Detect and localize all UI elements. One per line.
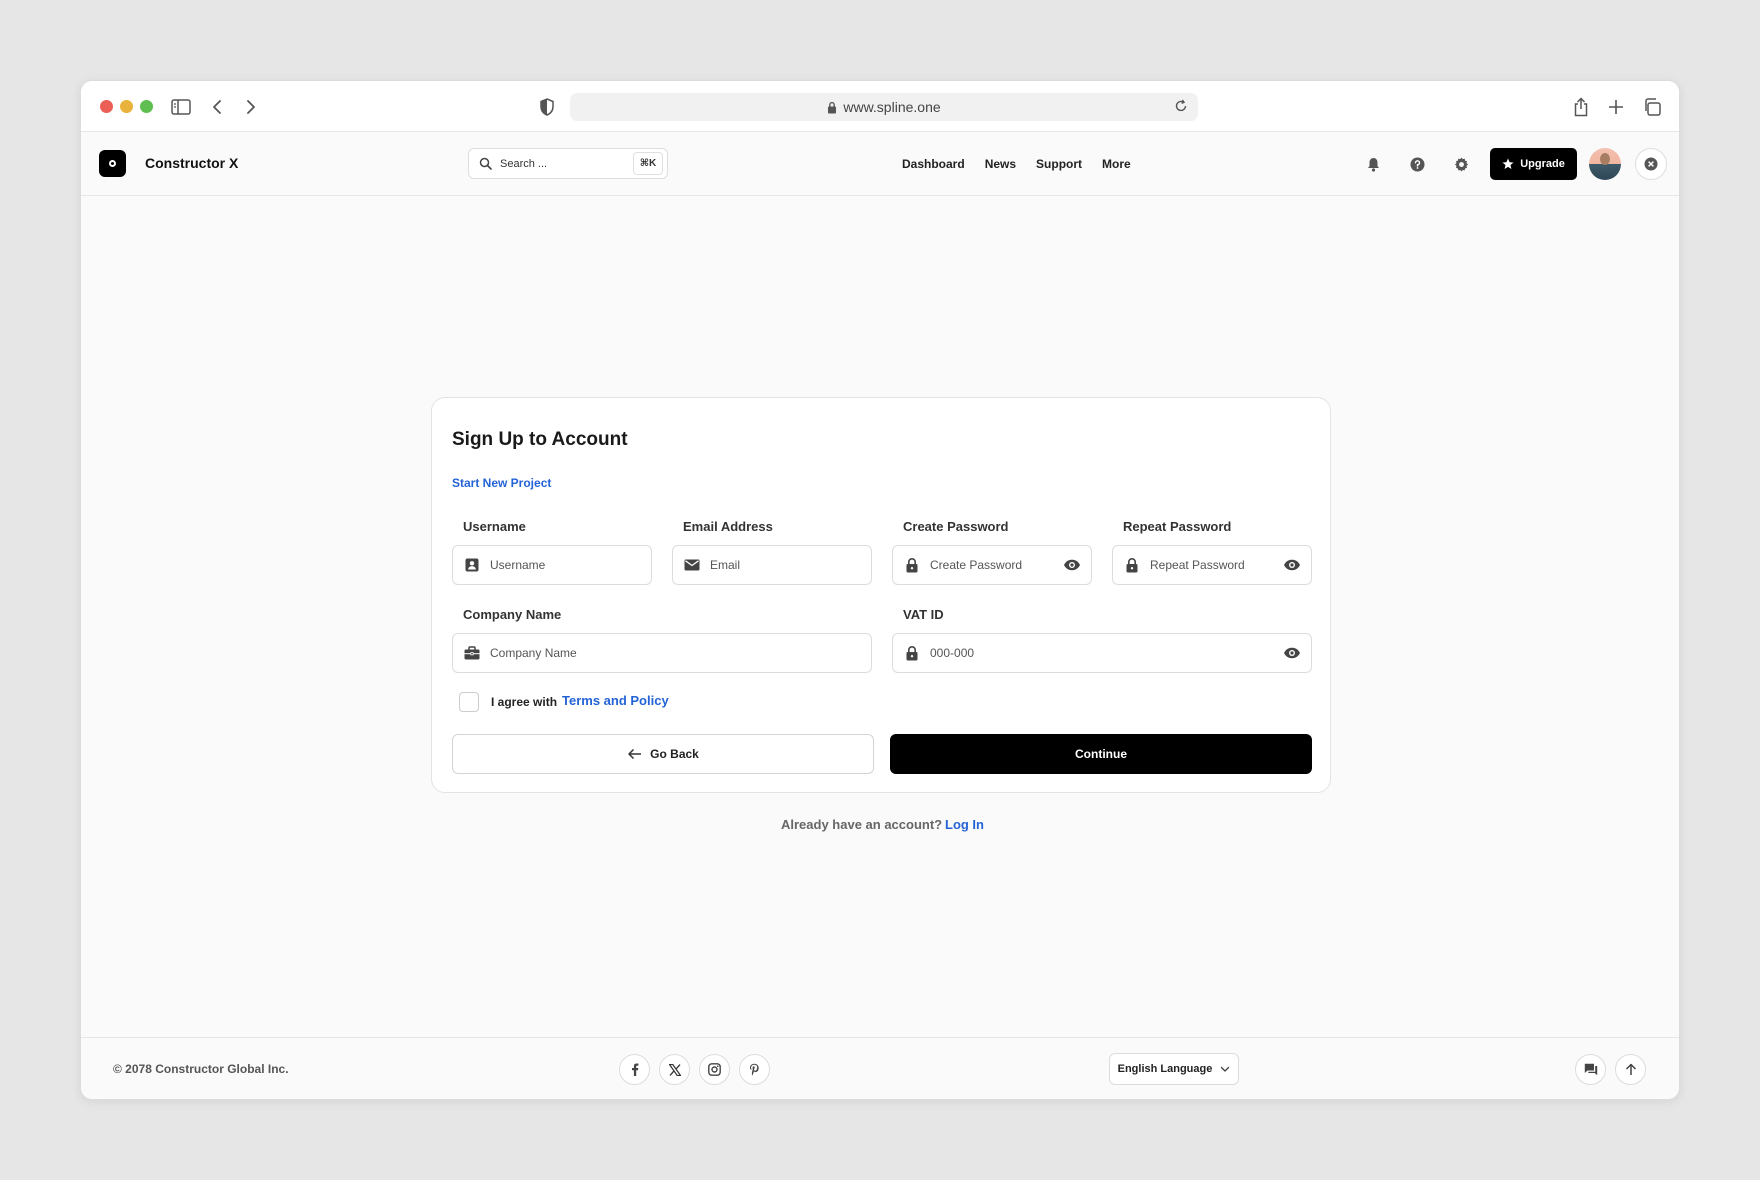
close-window-button[interactable] bbox=[100, 100, 113, 113]
chevron-down-icon bbox=[1220, 1066, 1230, 1073]
repeat-password-label: Repeat Password bbox=[1123, 519, 1232, 534]
minimize-window-button[interactable] bbox=[120, 100, 133, 113]
agree-text: I agree with bbox=[491, 695, 558, 709]
facebook-icon[interactable] bbox=[619, 1054, 650, 1085]
email-placeholder: Email bbox=[710, 558, 741, 572]
search-input[interactable]: Search ... ⌘K bbox=[468, 148, 668, 179]
address-bar[interactable]: www.spline.one bbox=[570, 93, 1198, 121]
username-placeholder: Username bbox=[490, 558, 546, 572]
signup-card: Sign Up to Account Start New Project Use… bbox=[431, 397, 1331, 793]
upgrade-label: Upgrade bbox=[1520, 158, 1565, 170]
continue-label: Continue bbox=[1075, 747, 1127, 761]
pinterest-icon[interactable] bbox=[739, 1054, 770, 1085]
url-text: www.spline.one bbox=[843, 99, 941, 115]
go-back-button[interactable]: Go Back bbox=[452, 734, 874, 774]
arrow-left-icon bbox=[627, 748, 642, 760]
continue-button[interactable]: Continue bbox=[890, 734, 1312, 774]
lock-icon bbox=[1124, 557, 1140, 573]
create-password-field[interactable]: Create Password bbox=[892, 545, 1092, 585]
forward-arrow-icon[interactable] bbox=[238, 94, 264, 120]
scroll-to-top-icon[interactable] bbox=[1615, 1054, 1646, 1085]
username-label: Username bbox=[463, 519, 526, 534]
lock-icon bbox=[904, 645, 920, 661]
lock-icon bbox=[904, 557, 920, 573]
show-password-icon[interactable] bbox=[1063, 559, 1081, 571]
search-placeholder: Search ... bbox=[500, 157, 548, 170]
new-tab-icon[interactable] bbox=[1603, 94, 1629, 120]
page-title: Sign Up to Account bbox=[452, 429, 628, 450]
x-icon[interactable] bbox=[659, 1054, 690, 1085]
show-password-icon[interactable] bbox=[1283, 559, 1301, 571]
browser-window: www.spline.one Constructor X Search ... … bbox=[80, 80, 1680, 1100]
chat-icon[interactable] bbox=[1575, 1054, 1606, 1085]
avatar[interactable] bbox=[1589, 148, 1621, 180]
share-icon[interactable] bbox=[1568, 94, 1594, 120]
nav-item-more[interactable]: More bbox=[1102, 157, 1131, 171]
brand-name: Constructor X bbox=[145, 155, 239, 171]
bell-icon[interactable] bbox=[1363, 154, 1383, 174]
nav-item-support[interactable]: Support bbox=[1036, 157, 1082, 171]
terms-link[interactable]: Terms and Policy bbox=[562, 693, 669, 708]
company-name-placeholder: Company Name bbox=[490, 646, 577, 660]
show-vat-icon[interactable] bbox=[1283, 647, 1301, 659]
start-new-project-link[interactable]: Start New Project bbox=[452, 476, 551, 490]
copyright-text: © 2078 Constructor Global Inc. bbox=[113, 1062, 289, 1076]
main-nav: Dashboard News Support More bbox=[902, 157, 1151, 171]
create-password-placeholder: Create Password bbox=[930, 558, 1023, 572]
login-link[interactable]: Log In bbox=[945, 817, 984, 832]
briefcase-icon bbox=[464, 646, 480, 660]
vat-id-field[interactable]: 000-000 bbox=[892, 633, 1312, 673]
browser-toolbar: www.spline.one bbox=[81, 81, 1679, 132]
email-field[interactable]: Email bbox=[672, 545, 872, 585]
repeat-password-field[interactable]: Repeat Password bbox=[1112, 545, 1312, 585]
gear-icon[interactable] bbox=[1451, 154, 1471, 174]
go-back-label: Go Back bbox=[650, 747, 699, 761]
maximize-window-button[interactable] bbox=[140, 100, 153, 113]
close-icon[interactable] bbox=[1635, 148, 1667, 180]
create-password-label: Create Password bbox=[903, 519, 1009, 534]
footer: © 2078 Constructor Global Inc. English L… bbox=[81, 1037, 1679, 1099]
repeat-password-placeholder: Repeat Password bbox=[1150, 558, 1245, 572]
search-shortcut-badge: ⌘K bbox=[633, 152, 663, 175]
mail-icon bbox=[684, 559, 700, 571]
upgrade-button[interactable]: Upgrade bbox=[1490, 148, 1577, 180]
tabs-overview-icon[interactable] bbox=[1639, 94, 1665, 120]
nav-item-dashboard[interactable]: Dashboard bbox=[902, 157, 965, 171]
username-field[interactable]: Username bbox=[452, 545, 652, 585]
company-name-label: Company Name bbox=[463, 607, 562, 622]
lock-icon bbox=[827, 101, 837, 114]
already-have-account-text: Already have an account? bbox=[781, 817, 943, 832]
language-label: English Language bbox=[1117, 1063, 1213, 1075]
logo-icon[interactable] bbox=[99, 150, 126, 177]
email-label: Email Address bbox=[683, 519, 773, 534]
instagram-icon[interactable] bbox=[699, 1054, 730, 1085]
vat-id-label: VAT ID bbox=[903, 607, 944, 622]
search-icon bbox=[479, 157, 492, 170]
shield-icon[interactable] bbox=[534, 94, 560, 120]
reload-icon[interactable] bbox=[1174, 99, 1188, 113]
nav-item-news[interactable]: News bbox=[985, 157, 1016, 171]
vat-id-placeholder: 000-000 bbox=[930, 646, 975, 660]
help-icon[interactable] bbox=[1407, 154, 1427, 174]
app-header: Constructor X Search ... ⌘K Dashboard Ne… bbox=[81, 132, 1679, 196]
user-card-icon bbox=[464, 558, 480, 572]
sidebar-toggle-icon[interactable] bbox=[168, 94, 194, 120]
back-arrow-icon[interactable] bbox=[204, 94, 230, 120]
company-name-field[interactable]: Company Name bbox=[452, 633, 872, 673]
agree-checkbox[interactable] bbox=[459, 692, 479, 712]
star-icon bbox=[1502, 158, 1514, 170]
language-select[interactable]: English Language bbox=[1109, 1053, 1239, 1085]
